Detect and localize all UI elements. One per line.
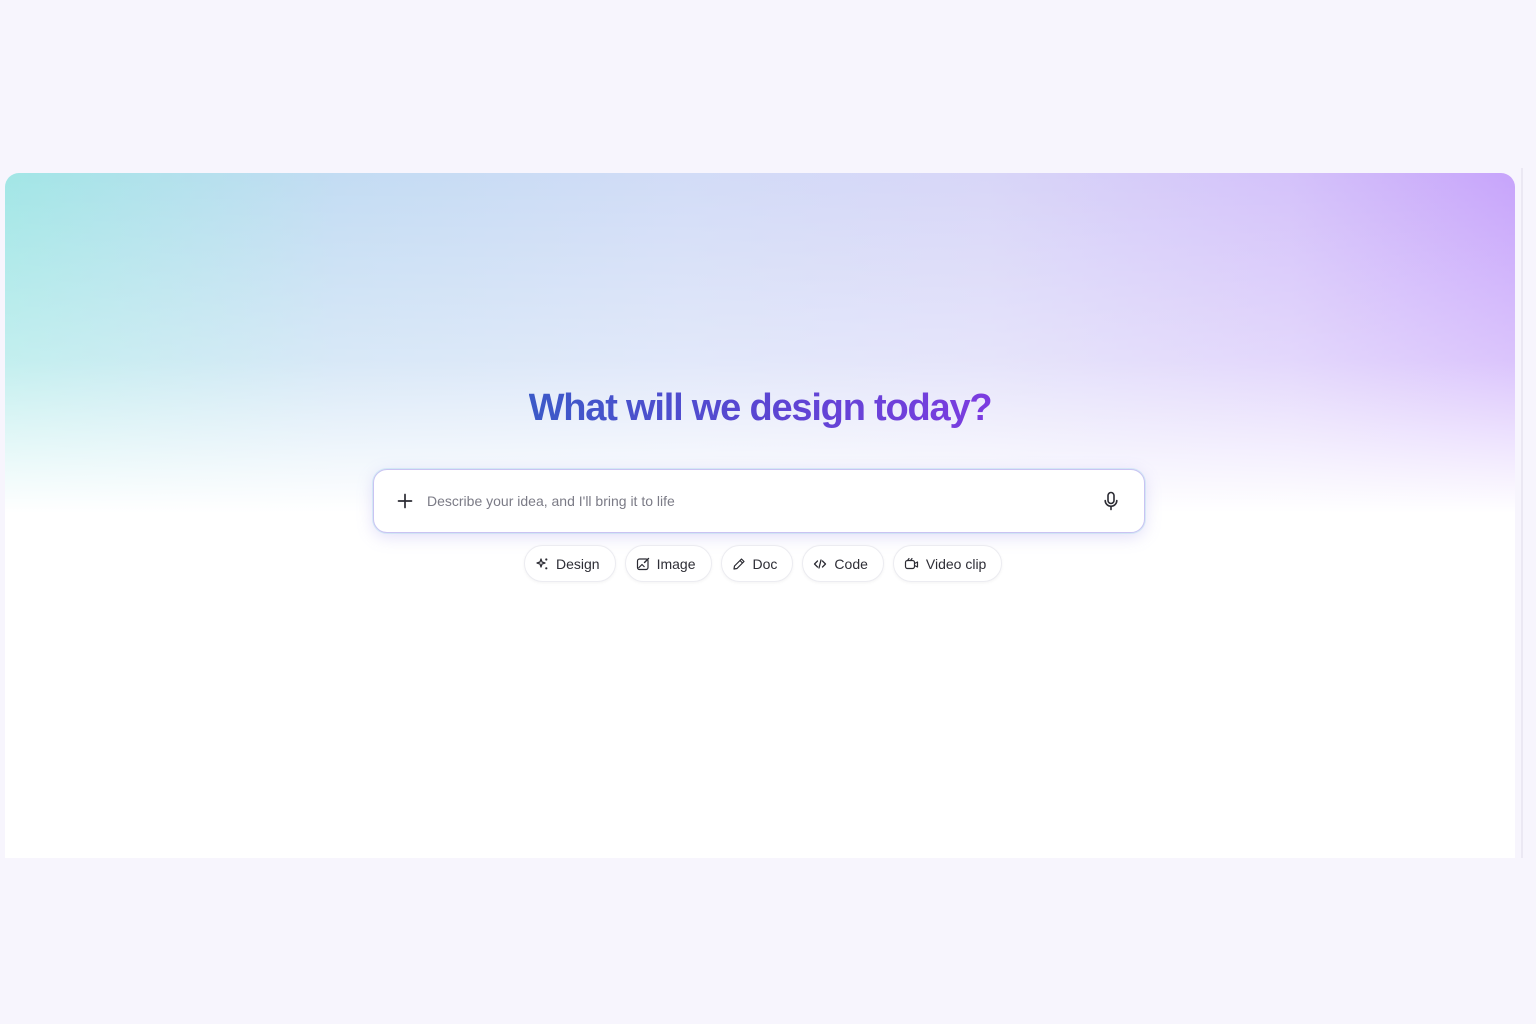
page-title: What will we design today? xyxy=(5,387,1515,430)
chip-image[interactable]: Image xyxy=(624,545,712,582)
chip-label: Design xyxy=(556,555,600,572)
main-panel: What will we design today? Design xyxy=(5,173,1515,858)
chip-doc[interactable]: Doc xyxy=(720,545,794,582)
voice-input-button[interactable] xyxy=(1098,488,1124,514)
plus-icon xyxy=(397,493,413,509)
window-edge-divider xyxy=(1521,168,1523,858)
chip-label: Code xyxy=(834,555,868,572)
chip-label: Doc xyxy=(752,555,778,572)
chip-design[interactable]: Design xyxy=(524,545,616,582)
chip-code[interactable]: Code xyxy=(802,545,884,582)
chip-label: Image xyxy=(656,555,696,572)
video-camera-icon xyxy=(904,557,918,569)
prompt-box xyxy=(373,469,1145,533)
sparkle-icon xyxy=(536,557,548,569)
code-icon xyxy=(814,558,827,569)
chip-video-clip[interactable]: Video clip xyxy=(892,545,1003,582)
add-attachment-button[interactable] xyxy=(392,488,418,514)
image-edit-icon xyxy=(636,557,649,570)
prompt-input[interactable] xyxy=(427,493,1098,509)
page-title-text: What will we design today? xyxy=(528,387,993,429)
mode-chips: Design Image Doc Code Video clip xyxy=(524,545,1003,582)
pen-icon xyxy=(732,557,745,570)
hero-gradient-background xyxy=(5,173,1515,513)
microphone-icon xyxy=(1104,491,1118,511)
chip-label: Video clip xyxy=(925,555,987,572)
